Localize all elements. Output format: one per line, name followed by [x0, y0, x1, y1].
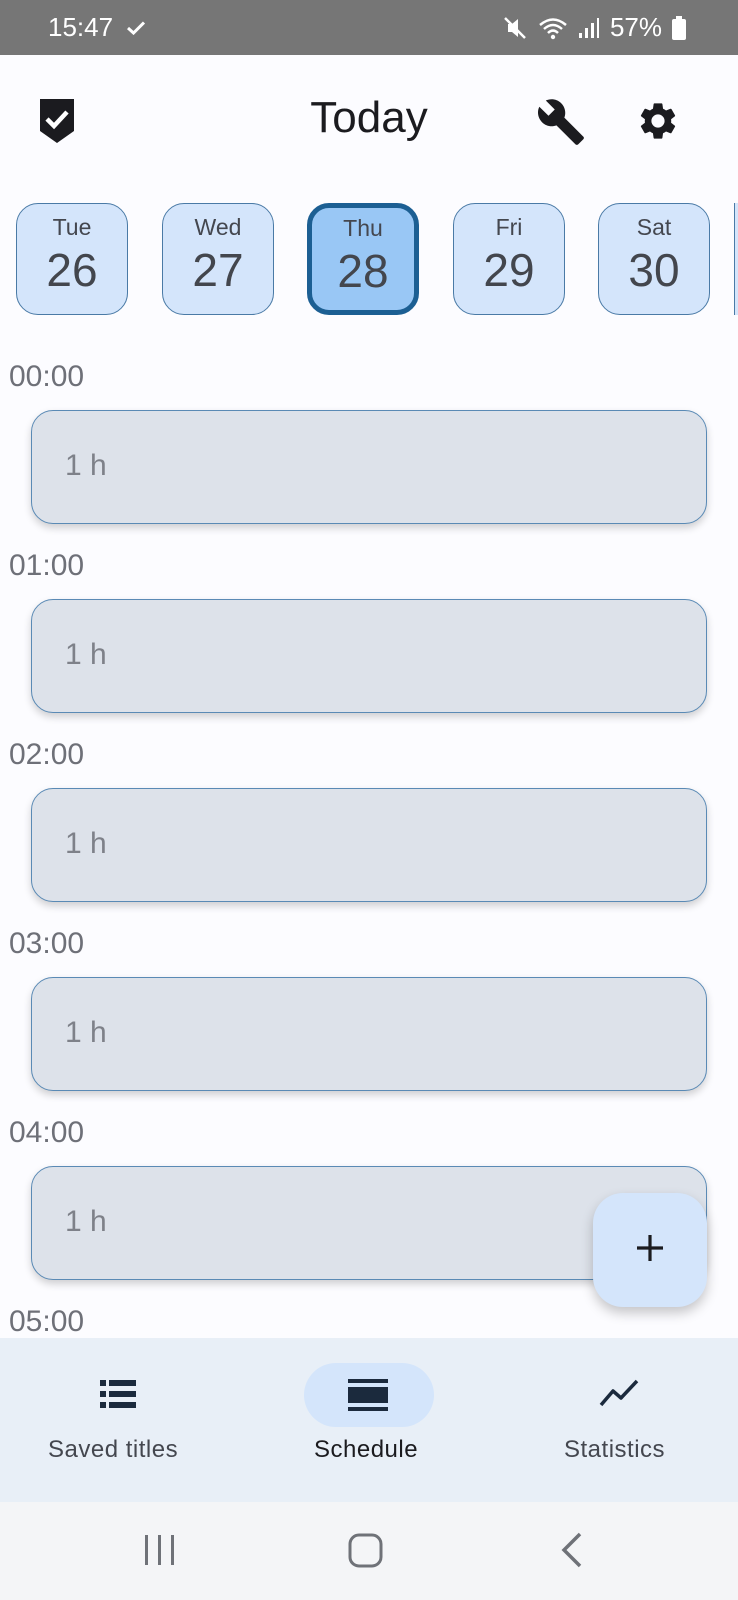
wrench-icon[interactable] [536, 97, 586, 152]
nav-label: Statistics [564, 1436, 666, 1463]
page-title: Today [310, 93, 428, 142]
hour-label: 03:00 [9, 927, 85, 960]
nav-statistics[interactable]: Statistics [492, 1338, 738, 1502]
bottom-navigation: Saved titles Schedule Statistics [0, 1338, 738, 1502]
gear-icon[interactable] [636, 99, 680, 148]
nav-label: Saved titles [48, 1436, 179, 1463]
time-slot[interactable]: 1 h [31, 599, 707, 713]
day-name: Thu [343, 215, 383, 241]
day-number: 27 [192, 244, 244, 296]
time-slot[interactable]: 1 h [31, 410, 707, 524]
chart-icon [599, 1378, 639, 1413]
day-card-fri[interactable]: Fri 29 [453, 203, 565, 315]
hour-label: 04:00 [9, 1116, 85, 1149]
back-icon[interactable] [560, 1532, 584, 1573]
nav-schedule[interactable]: Schedule [246, 1338, 492, 1502]
day-name: Tue [52, 214, 92, 240]
day-name: Sat [636, 214, 672, 240]
day-card-next-partial[interactable] [734, 203, 738, 315]
nav-label: Schedule [314, 1436, 419, 1463]
schedule-timeline[interactable]: 00:00 1 h 01:00 1 h 02:00 1 h 03:00 1 h … [0, 340, 738, 1338]
recents-icon[interactable] [143, 1532, 177, 1573]
day-number: 29 [483, 244, 535, 296]
hour-label: 02:00 [9, 738, 85, 771]
day-card-tue[interactable]: Tue 26 [16, 203, 128, 315]
home-icon[interactable] [348, 1532, 384, 1573]
status-time: 15:47 [48, 12, 114, 42]
status-bar: 15:47 57% [0, 0, 738, 55]
battery-percent: 57% [609, 12, 662, 42]
slot-duration: 1 h [65, 827, 107, 860]
day-card-thu[interactable]: Thu 28 [307, 203, 419, 315]
time-slot[interactable]: 1 h [31, 788, 707, 902]
slot-duration: 1 h [65, 449, 107, 482]
day-name: Wed [194, 214, 242, 240]
list-icon [99, 1378, 137, 1415]
battery-icon [672, 15, 686, 40]
time-slot[interactable]: 1 h [31, 977, 707, 1091]
system-navigation-bar [0, 1502, 738, 1600]
check-icon [127, 20, 146, 35]
slot-duration: 1 h [65, 1205, 107, 1238]
hour-label: 05:00 [9, 1305, 85, 1338]
day-card-wed[interactable]: Wed 27 [162, 203, 274, 315]
wifi-icon [538, 16, 568, 40]
plus-icon [635, 1233, 665, 1268]
hour-label: 01:00 [9, 549, 85, 582]
day-strip: Tue 26 Wed 27 Thu 28 Fri 29 Sat 30 [0, 203, 738, 316]
day-card-sat[interactable]: Sat 30 [598, 203, 710, 315]
day-number: 26 [46, 244, 98, 296]
app-bar: Today [0, 55, 738, 185]
mute-icon [502, 15, 528, 41]
day-number: 30 [628, 244, 680, 296]
day-name: Fri [495, 214, 523, 240]
signal-icon [578, 17, 600, 39]
day-number: 28 [337, 245, 389, 297]
schedule-icon [347, 1378, 389, 1417]
hour-label: 00:00 [9, 360, 85, 393]
slot-duration: 1 h [65, 1016, 107, 1049]
add-entry-button[interactable] [593, 1193, 707, 1307]
slot-duration: 1 h [65, 638, 107, 671]
nav-saved-titles[interactable]: Saved titles [0, 1338, 246, 1502]
